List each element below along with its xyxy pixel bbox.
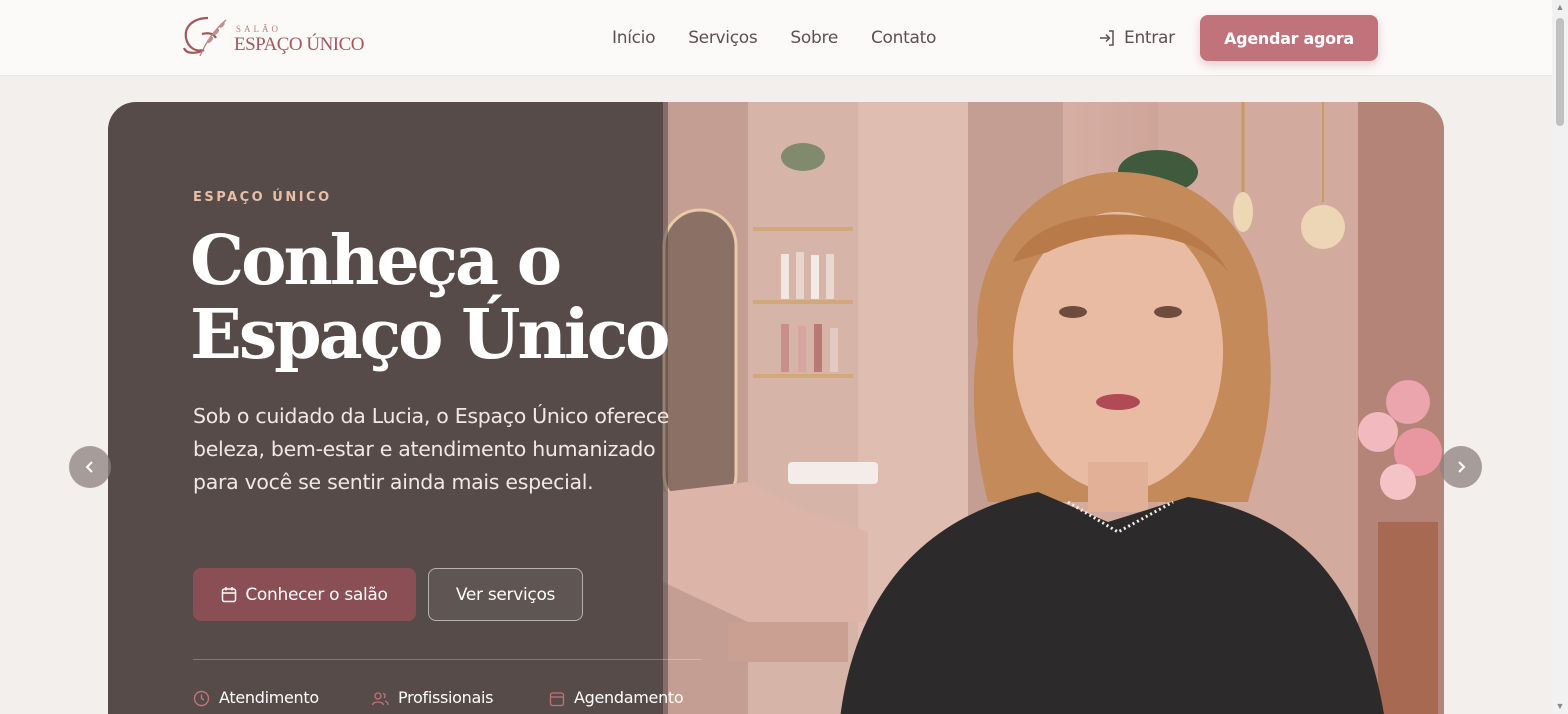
calendar-icon — [549, 692, 565, 707]
nav-item-contato[interactable]: Contato — [871, 28, 936, 48]
view-services-button[interactable]: Ver serviços — [428, 568, 583, 621]
logo[interactable]: SALÃO ESPAÇO ÚNICO — [180, 12, 365, 62]
chevron-right-icon — [1458, 461, 1466, 473]
users-icon — [371, 692, 389, 706]
feature-label: Profissionais — [398, 688, 494, 707]
feature-label: Atendimento — [219, 688, 319, 707]
site-header: SALÃO ESPAÇO ÚNICO Início Serviços Sobre… — [0, 0, 1552, 76]
hero-description: Sob o cuidado da Lucia, o Espaço Único o… — [193, 404, 670, 494]
carousel-prev-button[interactable] — [69, 446, 111, 488]
feature-item: Agendamento — [549, 688, 684, 707]
feature-item: Atendimento — [193, 688, 371, 707]
discover-salon-label: Conhecer o salão — [245, 584, 388, 605]
login-label: Entrar — [1124, 28, 1175, 48]
chevron-left-icon — [85, 461, 93, 473]
feature-item: Profissionais — [371, 688, 549, 707]
scroll-up-arrow-icon[interactable]: ▲ — [1555, 2, 1565, 12]
scrollbar-thumb[interactable] — [1556, 18, 1564, 126]
nav-item-inicio[interactable]: Início — [612, 28, 655, 48]
scroll-down-arrow-icon[interactable]: ▼ — [1555, 701, 1565, 711]
logo-monogram-icon — [182, 16, 227, 57]
main-nav: Início Serviços Sobre Contato — [612, 28, 969, 48]
hero-features: Atendimento Profissionais Agendamento — [193, 688, 684, 707]
feature-label: Agendamento — [574, 688, 684, 707]
discover-salon-button[interactable]: Conhecer o salão — [193, 568, 416, 621]
logo-tagline: SALÃO — [236, 24, 282, 34]
logo-text: ESPAÇO ÚNICO — [234, 34, 365, 55]
schedule-button[interactable]: Agendar agora — [1200, 15, 1378, 61]
hero-title: Conheça o Espaço Único — [190, 221, 671, 375]
login-icon — [1100, 30, 1114, 46]
page-scrollbar[interactable]: ▲ ▼ — [1552, 0, 1568, 714]
calendar-icon — [222, 587, 237, 603]
login-link[interactable]: Entrar — [1098, 28, 1175, 48]
carousel-next-button[interactable] — [1440, 446, 1482, 488]
hero-carousel: ESPAÇO ÚNICO Conheça o Espaço Único Sob … — [108, 102, 1444, 714]
nav-item-sobre[interactable]: Sobre — [790, 28, 838, 48]
nav-item-servicos[interactable]: Serviços — [688, 28, 758, 48]
hero-divider — [193, 659, 701, 660]
clock-icon — [193, 690, 210, 707]
hero-eyebrow: ESPAÇO ÚNICO — [193, 190, 332, 205]
